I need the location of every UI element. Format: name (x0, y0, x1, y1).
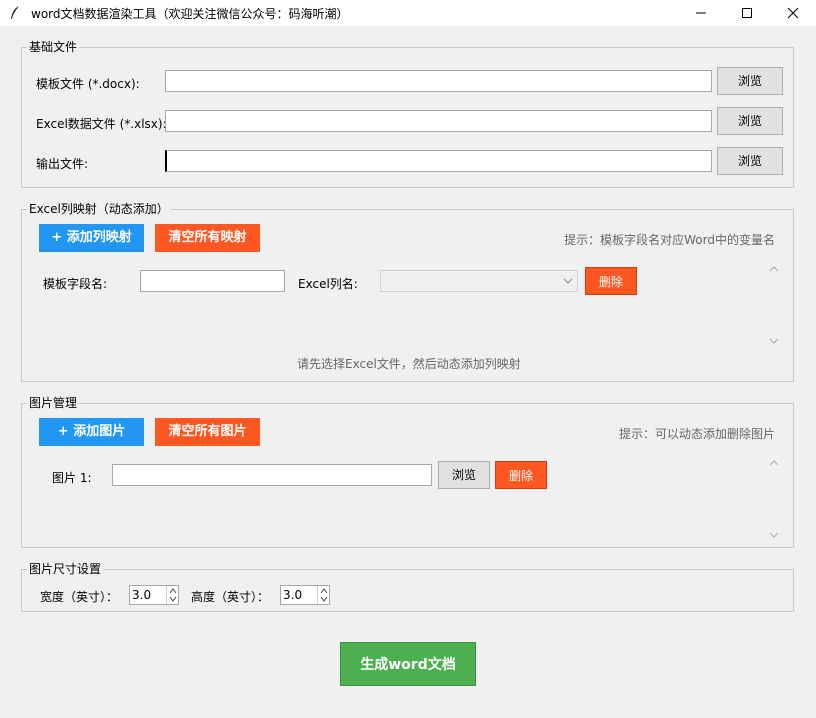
image-1-label: 图片 1: (52, 471, 92, 485)
height-spin-buttons[interactable] (317, 586, 329, 604)
minimize-icon (696, 12, 706, 14)
close-icon (787, 7, 799, 19)
images-group: 图片管理 + 添加图片 清空所有图片 提示：可以动态添加删除图片 图片 1: 浏… (21, 396, 794, 548)
mapping-scrollbar[interactable] (767, 265, 781, 345)
mapping-group: Excel列映射（动态添加） + 添加列映射 清空所有映射 提示：模板字段名对应… (21, 202, 794, 382)
maximize-icon (742, 8, 752, 18)
add-image-button[interactable]: + 添加图片 (39, 418, 144, 446)
spin-down-icon[interactable] (168, 595, 178, 604)
add-mapping-button[interactable]: + 添加列映射 (39, 224, 144, 252)
images-group-label: 图片管理 (27, 396, 80, 410)
image-1-browse-button[interactable]: 浏览 (438, 461, 490, 489)
minimize-button[interactable] (678, 0, 724, 26)
excel-file-label: Excel数据文件 (*.xlsx): (36, 117, 167, 131)
height-value: 3.0 (283, 588, 303, 602)
image-size-group-label: 图片尺寸设置 (27, 562, 104, 576)
width-label: 宽度（英寸）： (40, 590, 119, 604)
images-scrollbar[interactable] (767, 459, 781, 539)
height-label: 高度（英寸）： (191, 590, 270, 604)
window-title: word文档数据渲染工具（欢迎关注微信公众号：码海听潮） (31, 7, 349, 21)
excel-file-input[interactable] (165, 110, 712, 132)
height-spinbox[interactable]: 3.0 (280, 585, 330, 605)
spin-down-icon[interactable] (319, 595, 329, 604)
image-1-input[interactable] (112, 464, 432, 486)
spin-up-icon[interactable] (168, 586, 178, 595)
generate-word-button[interactable]: 生成word文档 (340, 642, 476, 686)
close-button[interactable] (770, 0, 816, 26)
excel-column-label: Excel列名: (298, 277, 358, 291)
output-file-label: 输出文件: (36, 157, 89, 171)
basic-files-group: 基础文件 模板文件 (*.docx): 浏览 Excel数据文件 (*.xlsx… (21, 40, 794, 188)
template-field-input[interactable] (140, 270, 285, 292)
feather-icon (11, 6, 19, 19)
excel-column-select[interactable] (380, 270, 578, 292)
excel-browse-button[interactable]: 浏览 (717, 107, 783, 135)
template-field-label: 模板字段名: (43, 277, 108, 291)
chevron-down-icon (563, 278, 573, 284)
title-bar: word文档数据渲染工具（欢迎关注微信公众号：码海听潮） (0, 0, 816, 26)
maximize-button[interactable] (724, 0, 770, 26)
scroll-up-icon[interactable] (769, 459, 779, 467)
images-hint: 提示：可以动态添加删除图片 (618, 427, 775, 441)
delete-mapping-button[interactable]: 删除 (585, 267, 637, 295)
template-file-input[interactable] (165, 70, 712, 92)
mapping-footer-hint: 请先选择Excel文件，然后动态添加列映射 (297, 357, 521, 371)
mapping-group-label: Excel列映射（动态添加） (27, 202, 171, 216)
scroll-down-icon[interactable] (769, 337, 779, 345)
spin-up-icon[interactable] (319, 586, 329, 595)
mapping-hint: 提示：模板字段名对应Word中的变量名 (564, 233, 775, 247)
width-value: 3.0 (132, 588, 152, 602)
output-file-input[interactable] (165, 150, 712, 172)
width-spin-buttons[interactable] (166, 586, 178, 604)
width-spinbox[interactable]: 3.0 (129, 585, 179, 605)
output-browse-button[interactable]: 浏览 (717, 147, 783, 175)
clear-mappings-button[interactable]: 清空所有映射 (155, 224, 260, 252)
scroll-up-icon[interactable] (769, 265, 779, 273)
template-browse-button[interactable]: 浏览 (717, 67, 783, 95)
scroll-down-icon[interactable] (769, 531, 779, 539)
template-file-label: 模板文件 (*.docx): (36, 77, 140, 91)
image-size-group: 图片尺寸设置 宽度（英寸）： 3.0 高度（英寸）： 3.0 (21, 562, 794, 612)
image-1-delete-button[interactable]: 删除 (495, 461, 547, 489)
clear-images-button[interactable]: 清空所有图片 (155, 418, 260, 446)
basic-files-group-label: 基础文件 (27, 40, 80, 54)
